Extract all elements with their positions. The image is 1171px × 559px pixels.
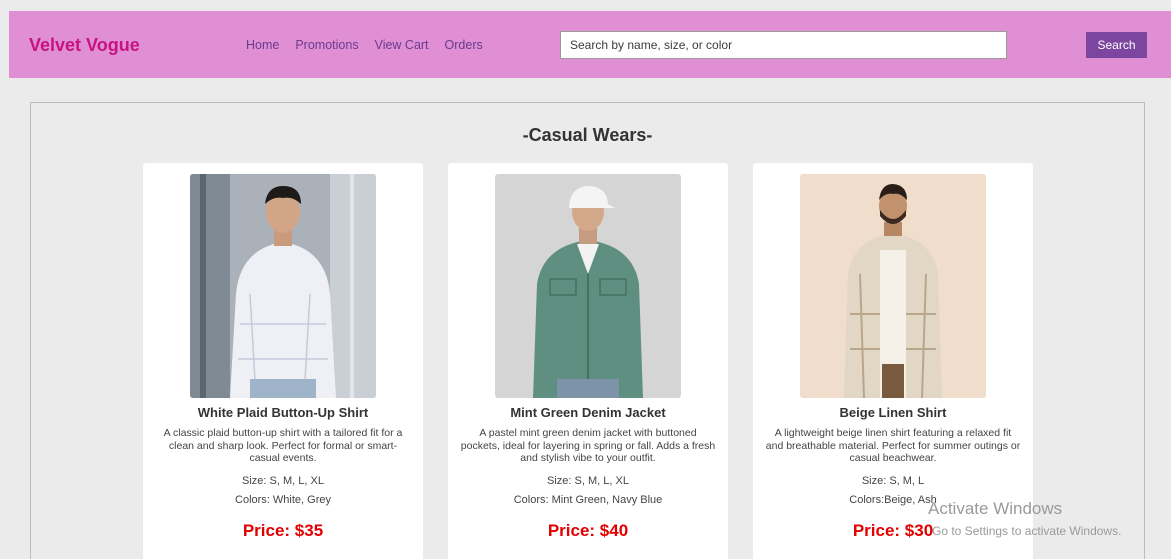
product-image (800, 174, 986, 398)
nav-view-cart-link[interactable]: View Cart (375, 38, 429, 52)
nav-orders-link[interactable]: Orders (445, 38, 483, 52)
man-white-shirt-photo[interactable] (190, 174, 376, 398)
product-description: A classic plaid button-up shirt with a t… (163, 427, 403, 464)
watermark-subtitle: Go to Settings to activate Windows. (932, 524, 1122, 538)
windows-activation-watermark: Activate Windows Go to Settings to activ… (928, 499, 1121, 538)
nav-home-link[interactable]: Home (246, 38, 279, 52)
product-description: A lightweight beige linen shirt featurin… (765, 427, 1021, 464)
nav-promotions-link[interactable]: Promotions (295, 38, 358, 52)
product-image (190, 174, 376, 398)
product-card[interactable]: Mint Green Denim Jacket A pastel mint gr… (448, 163, 728, 559)
section-title: -Casual Wears- (522, 125, 653, 145)
product-name[interactable]: White Plaid Button-Up Shirt (143, 405, 423, 420)
man-denim-jacket-photo[interactable] (495, 174, 681, 398)
watermark-title: Activate Windows (928, 499, 1063, 518)
product-section: -Casual Wears- White Plaid Button-Up Shi… (30, 102, 1145, 559)
product-colors: Colors: White, Grey (235, 494, 331, 506)
product-name[interactable]: Mint Green Denim Jacket (448, 405, 728, 420)
search-button[interactable]: Search (1086, 32, 1147, 58)
man-linen-shirt-photo[interactable] (800, 174, 986, 398)
product-card[interactable]: White Plaid Button-Up Shirt A classic pl… (143, 163, 423, 559)
brand-logo[interactable]: Velvet Vogue (29, 35, 140, 56)
top-navbar: Velvet Vogue Home Promotions View Cart O… (9, 11, 1171, 78)
page: Velvet Vogue Home Promotions View Cart O… (0, 0, 1171, 559)
product-size: Size: S, M, L, XL (547, 475, 629, 487)
product-size: Size: S, M, L (861, 475, 925, 487)
product-description: A pastel mint green denim jacket with bu… (460, 427, 716, 464)
product-colors: Colors: Mint Green, Navy Blue (513, 494, 663, 506)
product-price: Price: $35 (242, 521, 324, 540)
product-image (495, 174, 681, 398)
main-nav: Home Promotions View Cart Orders (246, 38, 483, 52)
product-name[interactable]: Beige Linen Shirt (753, 405, 1033, 420)
search-input[interactable] (560, 31, 1007, 59)
product-size: Size: S, M, L, XL (242, 475, 324, 487)
product-price: Price: $40 (547, 521, 629, 540)
